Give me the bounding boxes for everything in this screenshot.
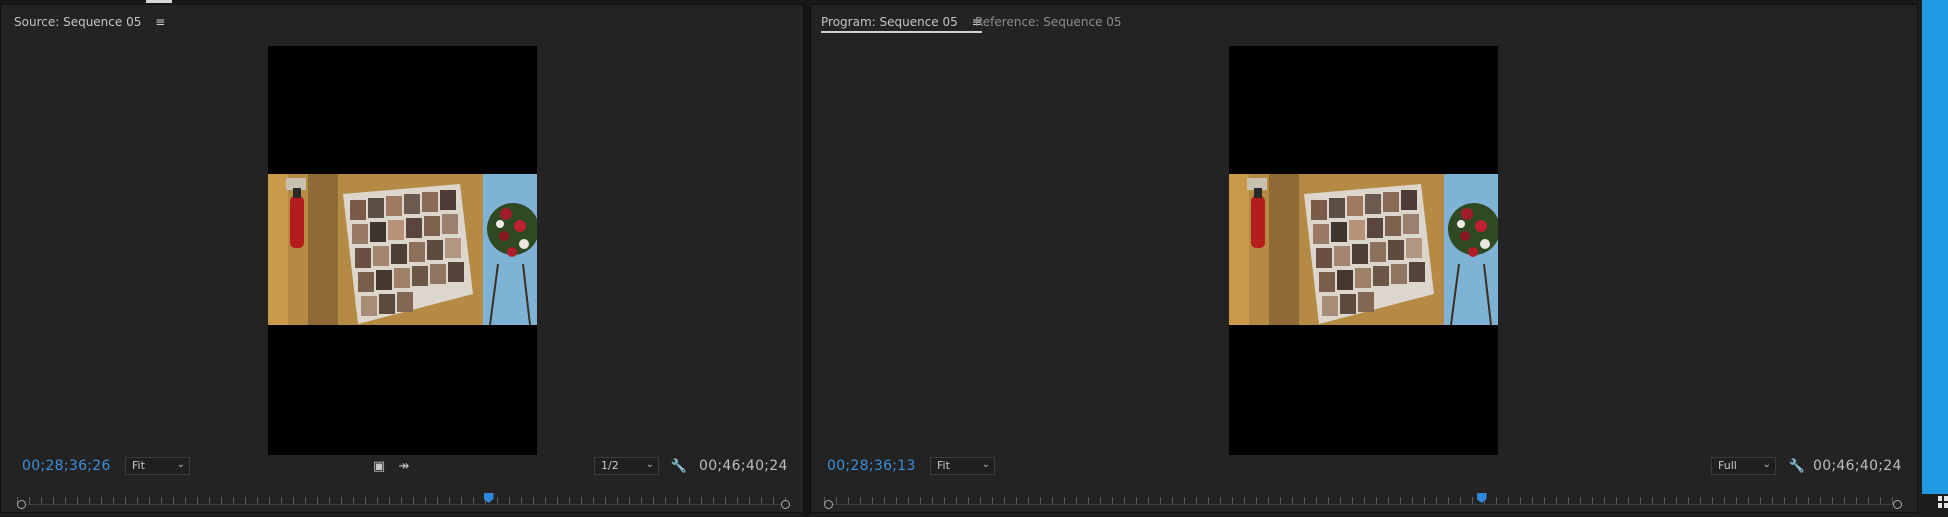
program-resolution-value: Full xyxy=(1718,459,1737,472)
tab-source-sequence[interactable]: Source: Sequence 05 ≡ xyxy=(14,11,165,33)
program-current-timecode[interactable]: 00;28;36;13 xyxy=(827,458,916,474)
windows-logo-tile xyxy=(1944,496,1948,501)
tab-program-label: Program: Sequence 05 xyxy=(821,15,958,29)
ruler-in-handle[interactable] xyxy=(17,500,26,509)
panel-menu-icon[interactable]: ≡ xyxy=(155,11,165,33)
source-video-viewer[interactable] xyxy=(268,46,537,455)
ruler-line xyxy=(17,504,790,505)
source-resolution-value: 1/2 xyxy=(601,459,619,472)
program-zoom-dropdown[interactable]: Fit ⌄ xyxy=(930,457,995,475)
program-time-ruler[interactable] xyxy=(824,493,1902,509)
top-active-indicator xyxy=(146,0,172,3)
insert-clip-icon[interactable]: ↠ xyxy=(395,457,413,475)
program-zoom-value: Fit xyxy=(937,459,950,472)
tab-program-sequence[interactable]: Program: Sequence 05 ≡ xyxy=(821,11,982,33)
ruler-in-handle[interactable] xyxy=(824,500,833,509)
wrench-icon[interactable]: 🔧 xyxy=(1788,457,1806,475)
ruler-out-handle[interactable] xyxy=(1893,500,1902,509)
tab-reference-label: Reference: Sequence 05 xyxy=(975,15,1122,29)
system-accent-strip xyxy=(1922,0,1948,494)
program-monitor-panel: Program: Sequence 05 ≡ Reference: Sequen… xyxy=(810,4,1918,513)
ruler-ticks xyxy=(17,497,790,504)
tab-reference-sequence[interactable]: Reference: Sequence 05 xyxy=(975,11,1122,33)
ruler-out-handle[interactable] xyxy=(781,500,790,509)
windows-logo-tile xyxy=(1938,503,1942,508)
source-zoom-dropdown[interactable]: Fit ⌄ xyxy=(125,457,190,475)
windows-logo-tile xyxy=(1944,503,1948,508)
chevron-down-icon: ⌄ xyxy=(176,459,185,470)
ruler-line xyxy=(824,504,1902,505)
wrench-icon[interactable]: 🔧 xyxy=(670,457,688,475)
source-tab-bar: Source: Sequence 05 ≡ xyxy=(1,5,803,33)
source-resolution-dropdown[interactable]: 1/2 ⌄ xyxy=(594,457,659,475)
source-frame-photo xyxy=(268,174,537,325)
chevron-down-icon: ⌄ xyxy=(981,459,990,470)
program-video-viewer[interactable] xyxy=(1229,46,1498,455)
windows-logo-tile xyxy=(1938,496,1942,501)
source-total-duration: 00;46;40;24 xyxy=(699,458,788,474)
program-tab-bar: Program: Sequence 05 ≡ Reference: Sequen… xyxy=(811,5,1917,33)
source-zoom-value: Fit xyxy=(132,459,145,472)
tab-source-label: Source: Sequence 05 xyxy=(14,15,142,29)
windows-logo-icon[interactable] xyxy=(1938,496,1948,508)
source-current-timecode[interactable]: 00;28;36;26 xyxy=(22,458,111,474)
program-total-duration: 00;46;40;24 xyxy=(1813,458,1902,474)
source-time-ruler[interactable] xyxy=(17,493,790,509)
chevron-down-icon: ⌄ xyxy=(1762,459,1771,470)
program-resolution-dropdown[interactable]: Full ⌄ xyxy=(1711,457,1776,475)
ruler-ticks xyxy=(824,497,1902,504)
chevron-down-icon: ⌄ xyxy=(645,459,654,470)
export-frame-icon[interactable]: ▣ xyxy=(370,457,388,475)
program-frame-photo xyxy=(1229,174,1498,325)
source-monitor-panel: Source: Sequence 05 ≡ 00;28;36;26 Fit ⌄ … xyxy=(0,4,804,513)
